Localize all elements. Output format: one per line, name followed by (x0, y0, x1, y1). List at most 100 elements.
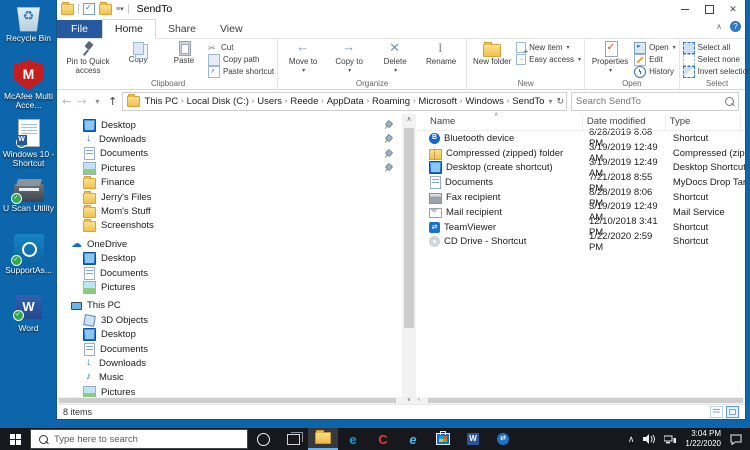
cut-button[interactable]: Cut (208, 42, 274, 53)
nav-horizontal-scrollbar[interactable] (57, 397, 402, 404)
nav-item-documents[interactable]: Documents (57, 266, 402, 280)
open-button[interactable]: Open (634, 42, 676, 53)
copy-button[interactable]: Copy (116, 40, 160, 65)
nav-item-mom-s-stuff[interactable]: Mom's Stuff (57, 204, 402, 218)
file-row-mail-recipient[interactable]: Mail recipient3/19/2019 12:49 AMMail Ser… (416, 205, 745, 220)
rename-button[interactable]: Rename (419, 40, 463, 67)
breadcrumb-sendto[interactable]: SendTo (510, 96, 546, 107)
start-button[interactable] (0, 428, 30, 450)
back-icon[interactable] (61, 95, 72, 108)
taskbar-icon-store[interactable] (428, 428, 458, 450)
taskbar-icon-internet-explorer[interactable] (398, 428, 428, 450)
address-box[interactable]: This PCLocal Disk (C:)UsersReedeAppDataR… (122, 92, 567, 111)
file-row-compressed-zipped-folder[interactable]: Compressed (zipped) folder3/19/2019 12:4… (416, 146, 745, 161)
network-icon[interactable] (664, 434, 676, 444)
column-header-type[interactable]: Type (666, 114, 741, 130)
select-all-button[interactable]: Select all (683, 42, 750, 53)
nav-item-pictures[interactable]: Pictures (57, 280, 402, 294)
volume-icon[interactable] (643, 434, 655, 444)
easy-access-button[interactable]: Easy access (516, 54, 581, 65)
scroll-up-icon[interactable] (406, 114, 411, 126)
nav-item-desktop[interactable]: Desktop (57, 252, 402, 266)
delete-button[interactable]: Delete (373, 40, 417, 74)
scrollbar-thumb[interactable] (404, 128, 414, 328)
nav-item-jerry-s-files[interactable]: Jerry's Files (57, 190, 402, 204)
taskbar-icon-file-explorer[interactable] (308, 428, 338, 450)
nav-item-music[interactable]: Music (57, 371, 402, 385)
refresh-icon[interactable] (556, 96, 564, 107)
recent-locations-chevron-icon[interactable] (92, 95, 103, 107)
desktop-icon-windows-10-shortcut[interactable]: Windows 10 - Shortcut (0, 118, 57, 176)
nav-item-pictures[interactable]: Pictures (57, 161, 402, 175)
pin-to-quick-access-button[interactable]: Pin to Quick access (62, 40, 114, 76)
breadcrumb-appdata[interactable]: AppData (325, 96, 366, 107)
invert-selection-button[interactable]: Invert selection (683, 66, 750, 77)
nav-item-downloads[interactable]: Downloads (57, 132, 402, 146)
up-icon[interactable] (107, 95, 118, 108)
qat-new-folder-icon[interactable] (99, 4, 112, 15)
breadcrumb-windows[interactable]: Windows (463, 96, 506, 107)
taskbar-search-box[interactable]: Type here to search (30, 429, 248, 449)
new-item-button[interactable]: New item (516, 42, 581, 53)
nav-item-onedrive[interactable]: OneDrive (57, 237, 402, 251)
taskbar-icon-teamviewer[interactable] (488, 428, 518, 450)
taskbar-icon-cortana[interactable] (248, 428, 278, 450)
search-box[interactable]: Search SendTo (571, 92, 739, 111)
qat-properties-icon[interactable] (83, 3, 95, 15)
file-row-desktop-create-shortcut[interactable]: Desktop (create shortcut)3/19/2019 12:49… (416, 161, 745, 176)
desktop-icon-recycle-bin[interactable]: Recycle Bin (0, 2, 57, 60)
file-row-teamviewer[interactable]: TeamViewer12/10/2018 3:41 PMShortcut (416, 220, 745, 235)
nav-item-finance[interactable]: Finance (57, 176, 402, 190)
nav-item-documents[interactable]: Documents (57, 342, 402, 356)
paste-shortcut-button[interactable]: Paste shortcut (208, 66, 274, 77)
breadcrumb-reede[interactable]: Reede (288, 96, 320, 107)
desktop-icon-word[interactable]: Word (0, 292, 57, 350)
scroll-down-icon[interactable] (402, 397, 416, 404)
nav-item-screenshots[interactable]: Screenshots (57, 219, 402, 233)
column-header-name[interactable]: Name (416, 114, 583, 130)
nav-item-downloads[interactable]: Downloads (57, 356, 402, 370)
forward-icon[interactable] (76, 95, 87, 108)
files-horizontal-scrollbar[interactable] (416, 397, 745, 404)
breadcrumb-local-disk-c[interactable]: Local Disk (C:) (185, 96, 251, 107)
close-button[interactable] (721, 0, 745, 18)
select-none-button[interactable]: Select none (683, 54, 750, 65)
nav-item-pictures[interactable]: Pictures (57, 385, 402, 397)
taskbar-icon-word[interactable] (458, 428, 488, 450)
large-icons-view-icon[interactable] (726, 406, 739, 418)
properties-button[interactable]: Properties (588, 40, 632, 74)
nav-item-desktop[interactable]: Desktop (57, 327, 402, 341)
column-header-size[interactable]: Size (741, 114, 745, 130)
nav-item-this-pc[interactable]: This PC (57, 299, 402, 313)
file-row-fax-recipient[interactable]: Fax recipient8/28/2019 8:06 PMShortcut (416, 190, 745, 205)
file-row-bluetooth-device[interactable]: Bluetooth device8/28/2019 8:08 PMShortcu… (416, 131, 745, 146)
breadcrumb-this-pc[interactable]: This PC (142, 96, 180, 107)
breadcrumb-users[interactable]: Users (255, 96, 284, 107)
column-header-date-modified[interactable]: Date modified (583, 114, 666, 130)
desktop-icon-u-scan-utility[interactable]: U Scan Utility (0, 176, 57, 234)
nav-item-desktop[interactable]: Desktop (57, 118, 402, 132)
file-row-documents[interactable]: Documents7/21/2018 8:55 PMMyDocs Drop Ta… (416, 175, 745, 190)
taskbar-icon-ccleaner[interactable] (368, 428, 398, 450)
maximize-button[interactable] (697, 0, 721, 18)
tab-file[interactable]: File (57, 20, 102, 38)
help-icon[interactable] (730, 21, 741, 32)
collapse-ribbon-icon[interactable] (716, 22, 722, 31)
taskbar-icon-task-view[interactable] (278, 428, 308, 450)
file-row-cd-drive-shortcut[interactable]: CD Drive - Shortcut1/22/2020 2:59 PMShor… (416, 235, 745, 250)
details-view-icon[interactable] (710, 406, 723, 418)
taskbar-icon-edge[interactable] (338, 428, 368, 450)
breadcrumb-microsoft[interactable]: Microsoft (416, 96, 459, 107)
edit-button[interactable]: Edit (634, 54, 676, 65)
desktop-icon-mcafee-multi-acce[interactable]: McAfee Multi Acce... (0, 60, 57, 118)
desktop-icon-supportas[interactable]: SupportAs... (0, 234, 57, 292)
copy-to-button[interactable]: Copy to (327, 40, 371, 74)
paste-button[interactable]: Paste (162, 40, 206, 66)
show-hidden-icons-chevron[interactable] (628, 434, 635, 445)
history-button[interactable]: History (634, 66, 676, 77)
nav-vertical-scrollbar[interactable] (402, 114, 416, 397)
tab-home[interactable]: Home (102, 19, 156, 39)
clock[interactable]: 3:04 PM 1/22/2020 (685, 429, 721, 449)
tab-share[interactable]: Share (156, 20, 208, 38)
copy-path-button[interactable]: Copy path (208, 54, 274, 65)
